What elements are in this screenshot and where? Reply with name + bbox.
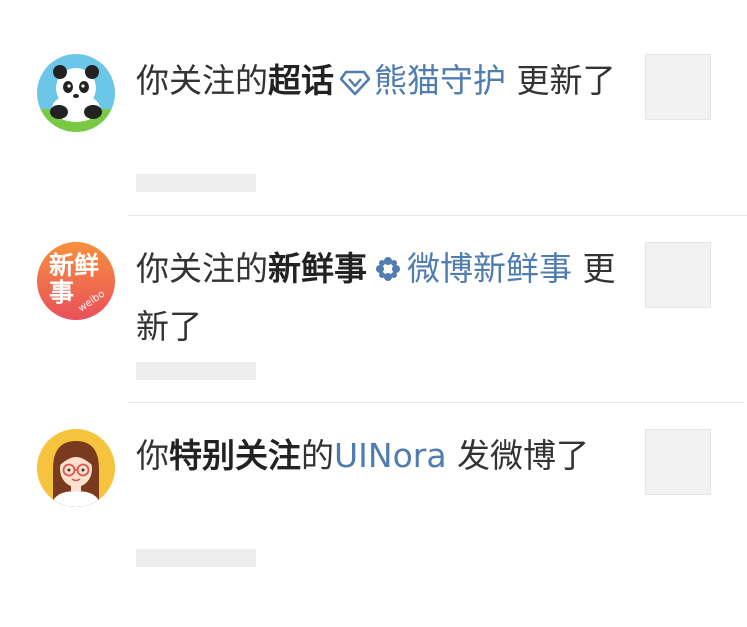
message-suffix: 更新了	[506, 61, 616, 100]
notification-message: 你关注的新鲜事 微博新鲜事 更新了	[136, 242, 621, 354]
notification-item-news[interactable]: 新鲜事 weibo 你关注的新鲜事 微博新鲜事 更新了	[0, 228, 747, 403]
panda-avatar-icon[interactable]	[37, 54, 115, 132]
message-bold: 特别关注	[169, 436, 301, 475]
thumbnail-placeholder[interactable]	[645, 242, 711, 308]
diamond-icon	[339, 58, 371, 112]
notification-item-special-follow[interactable]: 你特别关注的UINora 发微博了	[0, 415, 747, 605]
message-mid: 的	[301, 436, 334, 475]
girl-with-glasses-avatar-icon[interactable]	[37, 429, 115, 507]
timestamp-placeholder	[136, 362, 256, 380]
thumbnail-placeholder[interactable]	[645, 429, 711, 495]
divider	[128, 215, 747, 216]
supertopic-link[interactable]: 熊猫守护	[374, 61, 506, 100]
notification-feed: 你关注的超话 熊猫守护 更新了 新鲜事 weibo 你关注的新鲜事 微博新鲜事 更新…	[0, 0, 747, 627]
message-bold: 超话	[268, 61, 334, 100]
timestamp-placeholder	[136, 549, 256, 567]
flower-icon	[373, 246, 403, 300]
message-prefix: 你关注的	[136, 249, 268, 288]
message-prefix: 你	[136, 436, 169, 475]
message-prefix: 你关注的	[136, 61, 268, 100]
message-suffix: 发微博了	[446, 436, 590, 475]
divider	[128, 402, 744, 403]
message-bold: 新鲜事	[268, 249, 367, 288]
news-link[interactable]: 微博新鲜事	[407, 249, 572, 288]
timestamp-placeholder	[136, 174, 256, 192]
xinxianshi-weibo-logo-icon[interactable]: 新鲜事 weibo	[37, 242, 115, 320]
thumbnail-placeholder[interactable]	[645, 54, 711, 120]
user-link[interactable]: UINora	[334, 436, 447, 475]
notification-item-supertopic[interactable]: 你关注的超话 熊猫守护 更新了	[0, 40, 747, 215]
notification-message: 你关注的超话 熊猫守护 更新了	[136, 54, 621, 112]
notification-message: 你特别关注的UINora 发微博了	[136, 429, 621, 483]
